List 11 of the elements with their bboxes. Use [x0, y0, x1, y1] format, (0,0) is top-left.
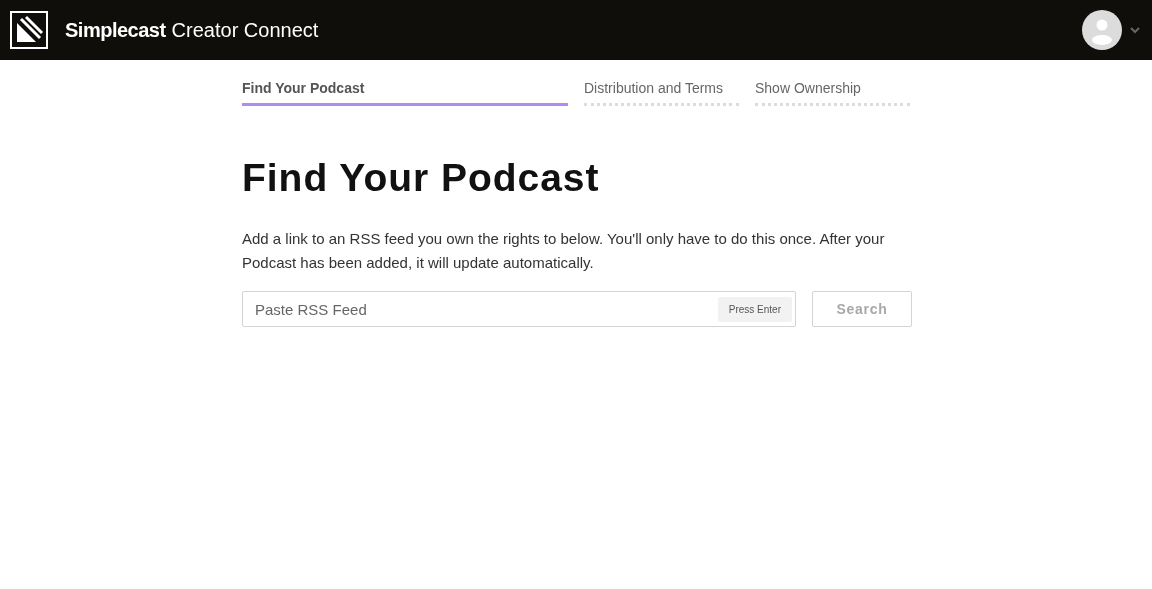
description-text: Add a link to an RSS feed you own the rights to below. You'll only have to do this once. After your Podcast has been added, it will update automatically.	[242, 229, 886, 273]
step-tab[interactable]: Show Ownership	[755, 78, 910, 106]
step-tab[interactable]: Distribution and Terms	[584, 78, 739, 106]
avatar-icon[interactable]	[1082, 10, 1122, 50]
page-heading: Find Your Podcast	[242, 158, 601, 197]
step-tab[interactable]: Find Your Podcast	[242, 78, 568, 106]
logo-icon[interactable]	[10, 11, 48, 49]
brand-subtitle: Creator Connect	[171, 18, 319, 43]
press-enter-hint: Press Enter	[717, 297, 792, 322]
brand-name: Simplecast	[65, 18, 166, 43]
chevron-down-icon[interactable]	[1130, 26, 1140, 34]
